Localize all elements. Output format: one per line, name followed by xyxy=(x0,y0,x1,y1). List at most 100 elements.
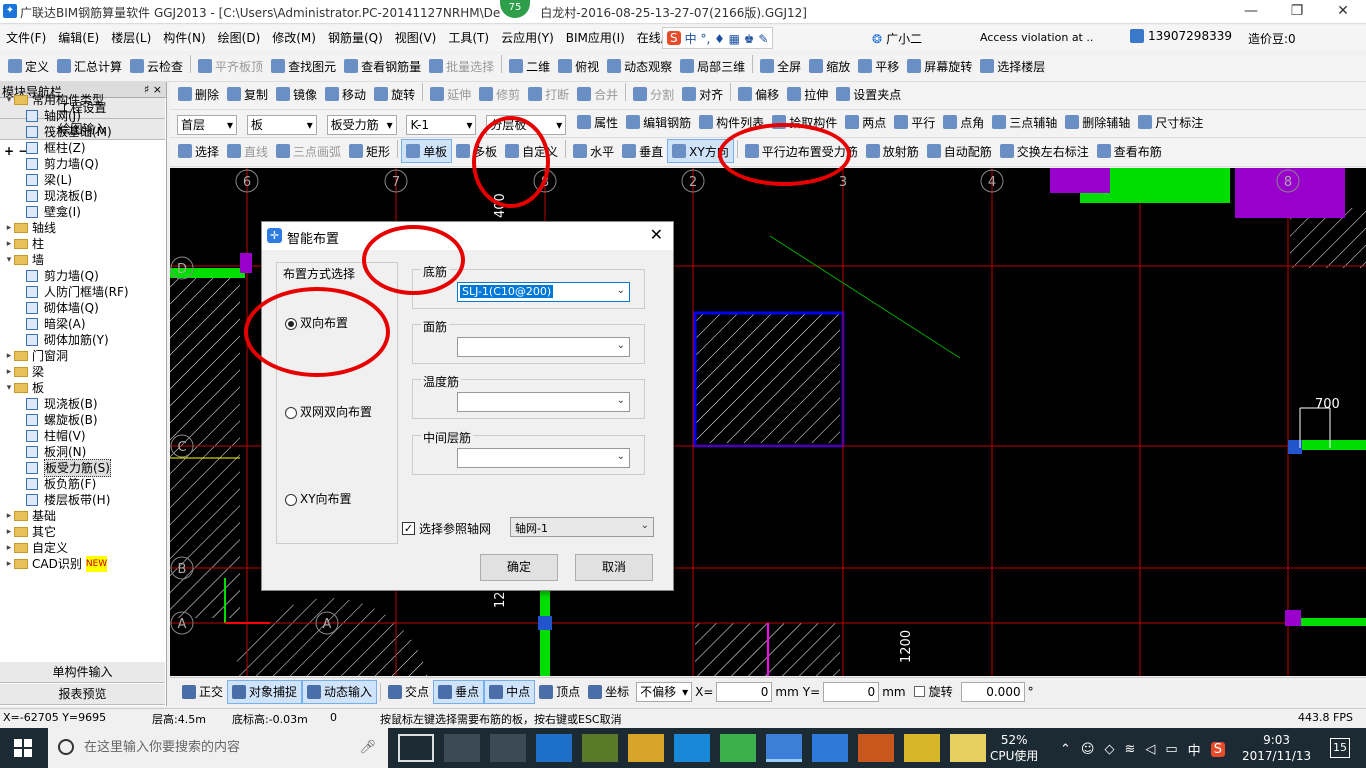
tool-toolbar2-12[interactable]: 拉伸 xyxy=(783,82,832,106)
expand-icon[interactable]: ▸ xyxy=(4,220,14,236)
start-icon[interactable] xyxy=(14,739,32,757)
tree-item[interactable]: 轴网(J) xyxy=(4,108,164,124)
tool-toolbar1-10[interactable]: 局部三维 xyxy=(676,54,749,78)
tool-toolbar2-4[interactable]: 旋转 xyxy=(370,82,419,106)
tool-toolbar2-10[interactable]: 对齐 xyxy=(678,82,727,106)
tree-item[interactable]: ▾ 墙 xyxy=(4,252,164,268)
snap-1[interactable]: 对象捕捉 xyxy=(227,679,303,704)
menu-item-6[interactable]: 钢筋量(Q) xyxy=(322,25,389,51)
tool-toolbar2-3[interactable]: 移动 xyxy=(321,82,370,106)
tool-toolbar4-4[interactable]: 单板 xyxy=(401,139,453,163)
close-button[interactable]: ✕ xyxy=(1320,0,1366,24)
tree-item[interactable]: 现浇板(B) xyxy=(4,396,164,412)
tool-toolbar1-6[interactable]: 批量选择 xyxy=(425,54,498,78)
tool-toolbar2-9[interactable]: 分割 xyxy=(629,82,678,106)
tool-toolbar1-12[interactable]: 缩放 xyxy=(805,54,854,78)
tree-item[interactable]: ▾ 板 xyxy=(4,380,164,396)
tool-toolbar1-0[interactable]: 定义 xyxy=(4,54,53,78)
tool-toolbar1-3[interactable]: 平齐板顶 xyxy=(194,54,267,78)
tool-toolbar4-8[interactable]: 垂直 xyxy=(618,139,667,163)
tree-item[interactable]: 剪力墙(Q) xyxy=(4,268,164,284)
cancel-button[interactable]: 取消 xyxy=(575,554,653,581)
tool-toolbar4-12[interactable]: 自动配筋 xyxy=(923,139,996,163)
tool-toolbar2-1[interactable]: 复制 xyxy=(223,82,272,106)
tool-toolbar4-2[interactable]: 三点画弧 xyxy=(272,139,345,163)
snap-3[interactable]: 交点 xyxy=(384,680,433,704)
menu-item-4[interactable]: 绘图(D) xyxy=(212,25,267,51)
subtype-select[interactable]: 板受力筋 ▾ xyxy=(326,114,397,135)
menu-item-5[interactable]: 修改(M) xyxy=(266,25,322,51)
tree-item[interactable]: 板受力筋(S) xyxy=(4,459,164,477)
ime-toolbar[interactable]: S 中 °, ♦ ▦ ♚ ✎ xyxy=(662,27,774,49)
tree-item[interactable]: ▸ 基础 xyxy=(4,508,164,524)
tree-item[interactable]: ▸ 梁 xyxy=(4,364,164,380)
tool-toolbar3-5[interactable]: 平行 xyxy=(890,110,939,134)
snap-7[interactable]: 坐标 xyxy=(584,680,633,704)
radio-xy[interactable] xyxy=(285,493,297,506)
tool-toolbar4-1[interactable]: 直线 xyxy=(223,139,272,163)
temp-bar-select[interactable]: ⌄ xyxy=(457,392,630,412)
tool-toolbar2-11[interactable]: 偏移 xyxy=(734,82,783,106)
tree-item[interactable]: 柱帽(V) xyxy=(4,428,164,444)
snap-6[interactable]: 顶点 xyxy=(535,680,584,704)
tool-toolbar2-7[interactable]: 打断 xyxy=(524,82,573,106)
tree-item[interactable]: ▸ 其它 xyxy=(4,524,164,540)
ok-button[interactable]: 确定 xyxy=(480,554,558,581)
grid-select[interactable]: 轴网-1 ⌄ xyxy=(510,517,654,537)
task-view-icon[interactable] xyxy=(398,734,434,762)
tree-item[interactable]: 暗梁(A) xyxy=(4,316,164,332)
expand-icon[interactable]: ▸ xyxy=(4,556,14,572)
tool-toolbar3-6[interactable]: 点角 xyxy=(939,110,988,134)
single-component-button[interactable]: 单构件输入 xyxy=(0,662,165,683)
tool-toolbar1-14[interactable]: 屏幕旋转 xyxy=(903,54,976,78)
expand-icon[interactable]: ▸ xyxy=(4,364,14,380)
tree-item[interactable]: 楼层板带(H) xyxy=(4,492,164,508)
expand-icon[interactable]: ▸ xyxy=(4,508,14,524)
tool-toolbar1-2[interactable]: 云检查 xyxy=(126,54,187,78)
tool-toolbar3-9[interactable]: 尺寸标注 xyxy=(1134,110,1207,134)
tool-toolbar2-5[interactable]: 延伸 xyxy=(426,82,475,106)
tool-toolbar1-5[interactable]: 查看钢筋量 xyxy=(340,54,425,78)
tool-toolbar1-7[interactable]: 二维 xyxy=(505,54,554,78)
tree-item[interactable]: ▸ 自定义 xyxy=(4,540,164,556)
tree-item[interactable]: 现浇板(B) xyxy=(4,188,164,204)
expand-icon[interactable]: ▾ xyxy=(4,252,14,268)
radio-double-net[interactable] xyxy=(285,406,297,419)
expand-icon[interactable]: ▾ xyxy=(4,92,14,108)
y-input[interactable]: 0 xyxy=(823,681,880,702)
minimize-button[interactable]: — xyxy=(1228,0,1274,24)
menu-item-10[interactable]: BIM应用(I) xyxy=(560,25,631,51)
dialog-close-button[interactable]: ✕ xyxy=(650,225,663,244)
offset-select[interactable]: 不偏移 ▾ xyxy=(636,681,693,702)
expand-icon[interactable]: ▾ xyxy=(4,380,14,396)
tool-toolbar4-14[interactable]: 查看布筋 xyxy=(1093,139,1166,163)
tree-item[interactable]: ▸ 门窗洞 xyxy=(4,348,164,364)
option-xy[interactable]: XY向布置 xyxy=(285,490,352,507)
tool-toolbar3-1[interactable]: 编辑钢筋 xyxy=(622,110,695,134)
tree-item[interactable]: 螺旋板(B) xyxy=(4,412,164,428)
tool-toolbar4-0[interactable]: 选择 xyxy=(174,139,223,163)
tool-toolbar1-8[interactable]: 俯视 xyxy=(554,54,603,78)
selected-slab[interactable] xyxy=(695,313,840,443)
tree-item[interactable]: ▸ 柱 xyxy=(4,236,164,252)
tool-toolbar4-11[interactable]: 放射筋 xyxy=(862,139,923,163)
tree-item[interactable]: ▾ 常用构件类型 xyxy=(4,92,164,108)
help-app-icon[interactable] xyxy=(950,734,986,762)
tool-toolbar3-8[interactable]: 删除辅轴 xyxy=(1061,110,1134,134)
menu-item-9[interactable]: 云应用(Y) xyxy=(495,25,560,51)
pdf-icon[interactable] xyxy=(858,734,894,762)
tree-item[interactable]: 筏板基础(M) xyxy=(4,124,164,140)
tree-item[interactable]: 板负筋(F) xyxy=(4,476,164,492)
expand-icon[interactable]: ▸ xyxy=(4,236,14,252)
app-icon-g[interactable] xyxy=(812,734,848,762)
tree-item[interactable]: 人防门框墙(RF) xyxy=(4,284,164,300)
tool-toolbar4-13[interactable]: 交换左右标注 xyxy=(996,139,1093,163)
option-double-net[interactable]: 双网双向布置 xyxy=(285,403,372,420)
tree-item[interactable]: 剪力墙(Q) xyxy=(4,156,164,172)
top-bar-select[interactable]: ⌄ xyxy=(457,337,630,357)
menu-item-7[interactable]: 视图(V) xyxy=(389,25,443,51)
rotate-checkbox[interactable] xyxy=(913,686,925,697)
tool-toolbar2-8[interactable]: 合并 xyxy=(573,82,622,106)
clock[interactable]: 9:03 2017/11/13 xyxy=(1242,732,1311,764)
rotate-input[interactable]: 0.000 xyxy=(960,681,1025,702)
